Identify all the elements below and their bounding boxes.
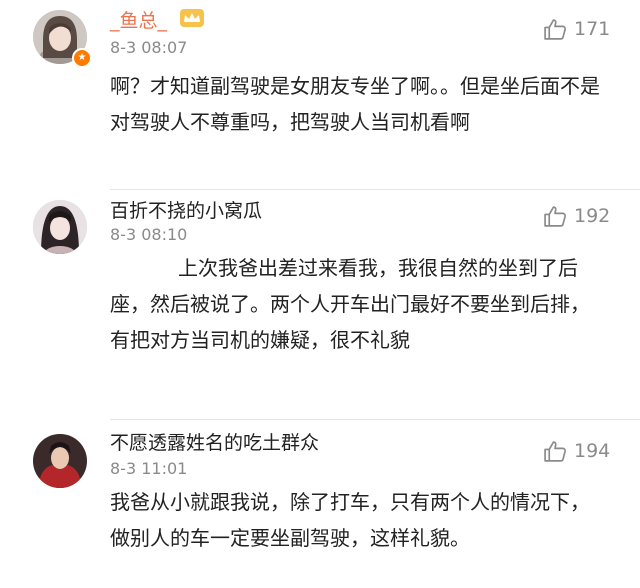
verified-badge-icon: ★ — [72, 48, 92, 68]
timestamp: 8-3 08:07 — [110, 38, 188, 57]
comment-item: 百折不挠的小窝瓜 8-3 08:10 192 上次我爸出差过来看我，我很自然的坐… — [0, 190, 640, 420]
like-button[interactable]: 192 — [543, 202, 610, 230]
comment-text: 我爸从小就跟我说，除了打车，只有两个人的情况下，做别人的车一定要坐副驾驶，这样礼… — [110, 490, 590, 550]
avatar-image — [33, 200, 87, 254]
username[interactable]: _鱼总_ — [110, 6, 167, 33]
thumbs-up-icon — [544, 205, 567, 227]
timestamp: 8-3 11:01 — [110, 459, 188, 478]
like-button[interactable]: 194 — [543, 437, 610, 465]
comment-item: ★ _鱼总_ 8-3 08:07 171 啊？才知道副驾驶是女朋友专坐了啊。。但… — [0, 0, 640, 190]
thumbs-up-icon — [544, 18, 567, 40]
avatar[interactable] — [33, 434, 87, 488]
avatar[interactable] — [33, 200, 87, 254]
username[interactable]: 百折不挠的小窝瓜 — [110, 196, 262, 223]
timestamp: 8-3 08:10 — [110, 225, 188, 244]
like-button[interactable]: 171 — [543, 15, 610, 43]
like-count: 194 — [574, 440, 611, 462]
thumbs-up-icon — [544, 440, 567, 462]
comment-text: 啊？才知道副驾驶是女朋友专坐了啊。。但是坐后面不是对驾驶人不尊重吗，把驾驶人当司… — [110, 74, 600, 134]
username[interactable]: 不愿透露姓名的吃土群众 — [110, 428, 319, 455]
like-count: 192 — [574, 205, 611, 227]
comment-text: 上次我爸出差过来看我，我很自然的坐到了后座，然后被说了。两个人开车出门最好不要坐… — [110, 256, 590, 352]
comment-item: 不愿透露姓名的吃土群众 8-3 11:01 194 我爸从小就跟我说，除了打车，… — [0, 420, 640, 588]
vip-crown-icon — [180, 9, 204, 27]
avatar-image — [33, 434, 87, 488]
like-count: 171 — [574, 18, 611, 40]
